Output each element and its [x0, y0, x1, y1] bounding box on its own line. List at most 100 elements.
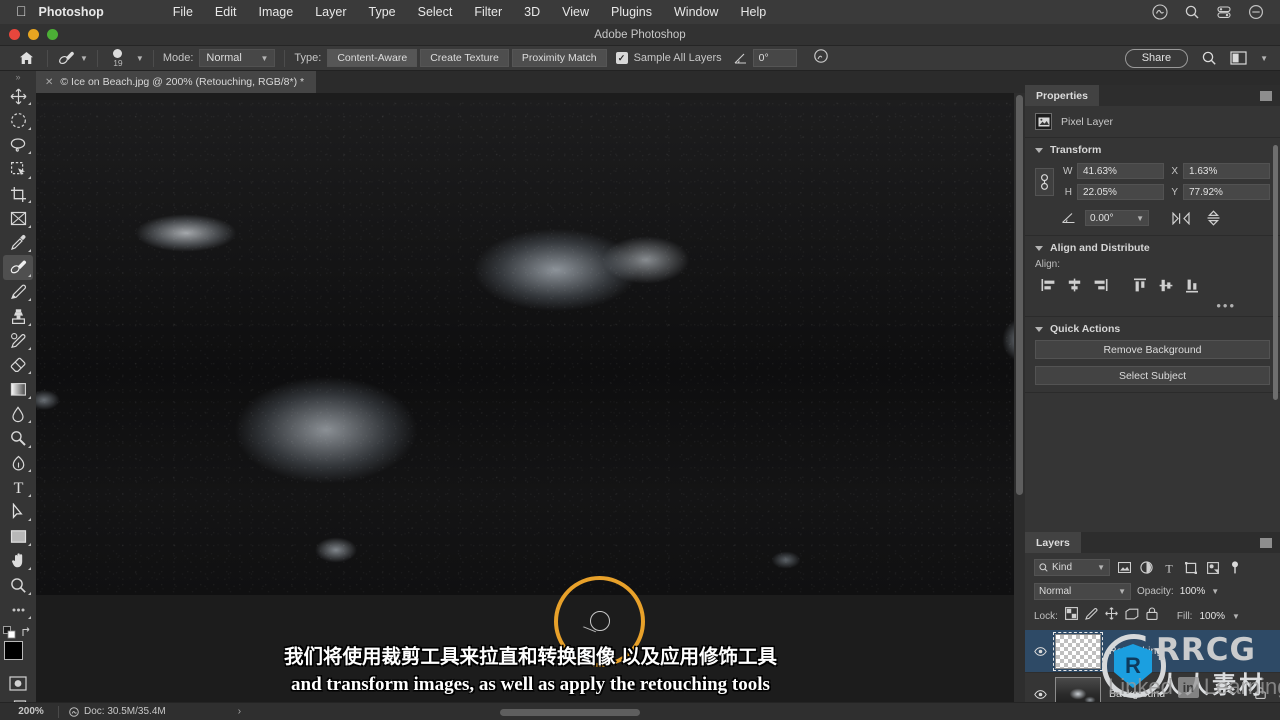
angle-control[interactable]: 0° [734, 49, 797, 67]
layer-blend-mode-select[interactable]: Normal ▼ [1034, 583, 1131, 600]
dodge-tool[interactable] [3, 426, 33, 450]
close-icon[interactable]: ✕ [45, 77, 53, 88]
spot-healing-brush-tool[interactable] [3, 255, 33, 280]
minimize-window-button[interactable] [28, 29, 39, 40]
smart-object-filter-icon[interactable] [1205, 561, 1220, 574]
panel-handle-icon[interactable]: » [15, 73, 20, 82]
menu-type[interactable]: Type [358, 5, 407, 19]
align-section-header[interactable]: Align and Distribute [1025, 236, 1280, 259]
align-left-edges-icon[interactable] [1035, 275, 1061, 295]
chevron-down-icon[interactable]: ▼ [1211, 587, 1219, 596]
eyedropper-tool[interactable] [3, 231, 33, 255]
flip-horizontal-icon[interactable] [1172, 211, 1190, 225]
layer-kind-filter[interactable]: Kind ▼ [1034, 559, 1110, 576]
pen-tool[interactable] [3, 451, 33, 475]
do-not-disturb-icon[interactable] [1248, 4, 1264, 20]
menu-view[interactable]: View [551, 5, 600, 19]
transform-section-header[interactable]: Transform [1025, 138, 1280, 161]
frame-tool[interactable] [3, 206, 33, 230]
filter-toggle-icon[interactable] [1227, 561, 1242, 574]
apple-logo-icon[interactable]:  [8, 3, 39, 21]
brush-preset-chevron-icon[interactable]: ▼ [136, 54, 144, 63]
menu-plugins[interactable]: Plugins [600, 5, 663, 19]
document-info[interactable]: Doc: 30.5M/35.4M [69, 706, 166, 717]
lock-position-icon[interactable] [1105, 607, 1118, 625]
menu-layer[interactable]: Layer [304, 5, 357, 19]
hand-tool[interactable] [3, 549, 33, 573]
chevron-down-icon[interactable]: ▼ [1260, 54, 1268, 63]
zoom-level[interactable]: 200% [0, 706, 48, 717]
canvas-horizontal-scrollbar[interactable] [500, 709, 640, 716]
x-input[interactable]: 1.63% [1183, 163, 1270, 179]
move-tool[interactable] [3, 84, 33, 108]
type-create-texture-button[interactable]: Create Texture [420, 49, 509, 67]
y-input[interactable]: 77.92% [1183, 184, 1270, 200]
link-aspect-ratio-icon[interactable] [1035, 167, 1054, 196]
share-button[interactable]: Share [1124, 48, 1189, 68]
align-vertical-centers-icon[interactable] [1153, 275, 1179, 295]
layer-visibility-toggle[interactable] [1034, 646, 1047, 656]
layer-name[interactable]: Background [1109, 688, 1247, 700]
properties-scrollbar[interactable] [1273, 145, 1278, 400]
brush-size-preview[interactable]: 19 [107, 49, 129, 67]
brush-tool[interactable] [3, 280, 33, 304]
panel-menu-icon[interactable] [1260, 85, 1280, 106]
table-row[interactable]: Retouching [1025, 630, 1280, 673]
layer-thumbnail[interactable] [1053, 631, 1103, 671]
history-brush-tool[interactable] [3, 329, 33, 353]
menu-window[interactable]: Window [663, 5, 729, 19]
menu-filter[interactable]: Filter [463, 5, 513, 19]
align-top-edges-icon[interactable] [1127, 275, 1153, 295]
edit-toolbar-button[interactable] [3, 598, 33, 622]
search-icon[interactable] [1201, 50, 1217, 66]
lock-all-icon[interactable] [1146, 607, 1158, 625]
sample-all-layers-checkbox[interactable]: ✓ Sample All Layers [615, 52, 722, 64]
tab-properties[interactable]: Properties [1025, 85, 1099, 106]
menu-image[interactable]: Image [247, 5, 304, 19]
spotlight-search-icon[interactable] [1184, 4, 1200, 20]
quick-actions-header[interactable]: Quick Actions [1025, 317, 1280, 340]
eraser-tool[interactable] [3, 353, 33, 377]
select-subject-button[interactable]: Select Subject [1035, 366, 1270, 385]
lasso-tool[interactable] [3, 133, 33, 157]
menu-help[interactable]: Help [729, 5, 777, 19]
path-selection-tool[interactable] [3, 500, 33, 524]
canvas-vertical-scrollbar[interactable] [1014, 93, 1025, 720]
layer-name[interactable]: Retouching [1109, 645, 1271, 657]
lock-artboard-icon[interactable] [1125, 607, 1139, 625]
align-right-edges-icon[interactable] [1087, 275, 1113, 295]
close-window-button[interactable] [9, 29, 20, 40]
align-horizontal-centers-icon[interactable] [1061, 275, 1087, 295]
pressure-toggle-icon[interactable] [813, 48, 829, 69]
blend-mode-select[interactable]: Normal ▼ [199, 49, 276, 67]
type-proximity-match-button[interactable]: Proximity Match [511, 49, 607, 67]
quick-mask-button[interactable] [3, 671, 33, 695]
creative-cloud-icon[interactable] [1152, 4, 1168, 20]
elliptical-marquee-tool[interactable] [3, 108, 33, 132]
opacity-value[interactable]: 100% [1180, 586, 1206, 597]
zoom-tool[interactable] [3, 573, 33, 597]
workspace-switcher-icon[interactable] [1230, 51, 1247, 65]
shape-filter-icon[interactable] [1183, 561, 1198, 574]
type-filter-icon[interactable]: T [1161, 562, 1176, 574]
type-content-aware-button[interactable]: Content-Aware [327, 49, 418, 67]
rectangle-shape-tool[interactable] [3, 524, 33, 548]
crop-tool[interactable] [3, 182, 33, 206]
document-tab[interactable]: ✕ © Ice on Beach.jpg @ 200% (Retouching,… [36, 71, 318, 93]
menu-3d[interactable]: 3D [513, 5, 551, 19]
object-selection-tool[interactable] [3, 157, 33, 181]
flip-vertical-icon[interactable] [1206, 210, 1221, 226]
chevron-right-icon[interactable]: › [238, 706, 241, 717]
remove-background-button[interactable]: Remove Background [1035, 340, 1270, 359]
angle-input[interactable]: 0° [752, 49, 797, 67]
rotation-input[interactable]: 0.00° ▼ [1085, 210, 1149, 226]
more-options-icon[interactable]: ••• [1025, 299, 1280, 316]
home-icon[interactable] [14, 51, 38, 65]
tab-layers[interactable]: Layers [1025, 532, 1081, 553]
fill-value[interactable]: 100% [1199, 611, 1225, 622]
current-tool-button[interactable]: ▼ [57, 50, 88, 67]
swap-colors-icon[interactable] [21, 626, 34, 639]
height-input[interactable]: 22.05% [1077, 184, 1164, 200]
active-app-name[interactable]: Photoshop [39, 5, 104, 19]
layer-visibility-toggle[interactable] [1034, 689, 1047, 699]
